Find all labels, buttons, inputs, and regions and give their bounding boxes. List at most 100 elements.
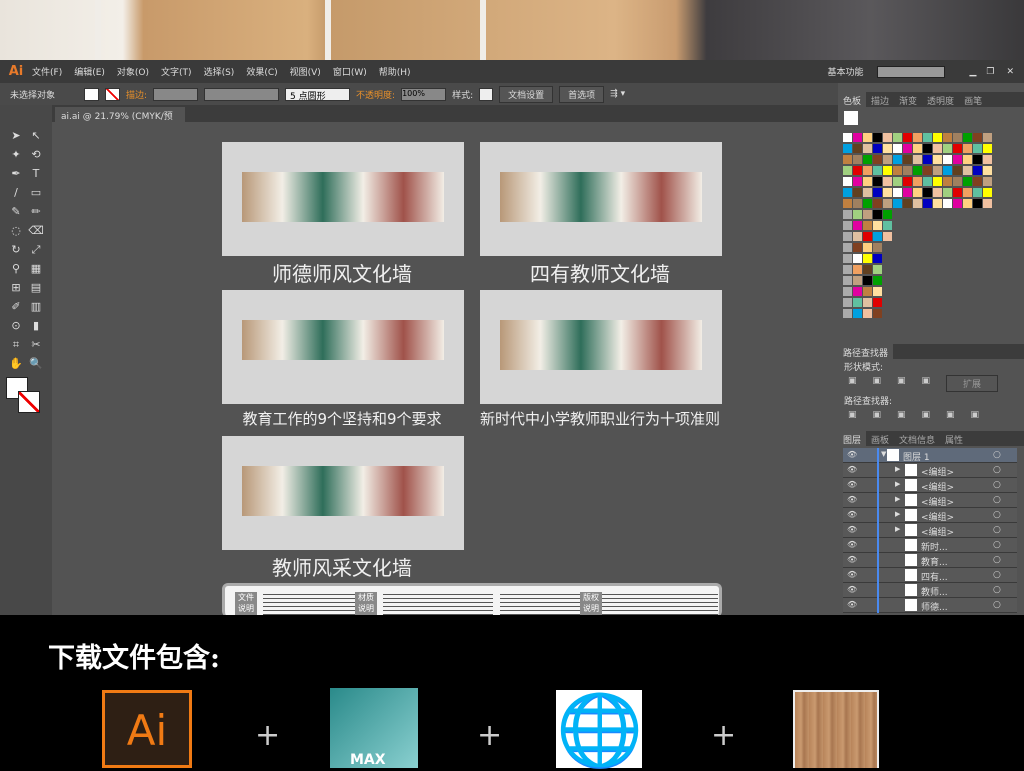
target-icon[interactable]: ○ [993, 555, 1001, 565]
color-swatch[interactable] [853, 276, 862, 285]
tool-icon[interactable]: ⟲ [28, 148, 44, 162]
color-swatch[interactable] [923, 144, 932, 153]
shape-mode-icons[interactable]: ▣▣▣▣ [848, 376, 946, 386]
expand-arrow-icon[interactable]: ▶ [895, 465, 900, 473]
target-icon[interactable]: ○ [993, 480, 1001, 490]
color-swatch[interactable] [883, 232, 892, 241]
color-swatch[interactable] [843, 133, 852, 142]
color-swatch[interactable] [923, 177, 932, 186]
layer-row[interactable]: 👁 新时... ○ [843, 538, 1017, 553]
color-swatch[interactable] [933, 177, 942, 186]
target-icon[interactable]: ○ [993, 465, 1001, 475]
color-swatch[interactable] [973, 177, 982, 186]
artboard-3[interactable] [222, 290, 464, 404]
color-swatch[interactable] [943, 199, 952, 208]
color-swatch[interactable] [853, 166, 862, 175]
color-swatch[interactable] [973, 155, 982, 164]
menu-item[interactable]: 选择(S) [204, 65, 235, 78]
tool-icon[interactable]: ⤢ [28, 243, 44, 257]
eye-icon[interactable]: 👁 [847, 495, 857, 504]
color-swatch[interactable] [883, 210, 892, 219]
color-swatch[interactable] [933, 133, 942, 142]
color-swatch[interactable] [953, 166, 962, 175]
opacity-label[interactable]: 不透明度: [356, 88, 395, 101]
color-swatch[interactable] [953, 144, 962, 153]
color-swatch[interactable] [893, 144, 902, 153]
color-swatch[interactable] [943, 144, 952, 153]
color-swatch[interactable] [853, 199, 862, 208]
color-swatch[interactable] [933, 199, 942, 208]
color-swatch[interactable] [983, 188, 992, 197]
color-swatch[interactable] [973, 188, 982, 197]
tool-icon[interactable]: ▤ [28, 281, 44, 295]
color-swatch[interactable] [843, 254, 852, 263]
tool-icon[interactable]: T [28, 167, 44, 181]
color-swatch[interactable] [963, 188, 972, 197]
target-icon[interactable]: ○ [993, 570, 1001, 580]
color-swatch[interactable] [963, 155, 972, 164]
color-swatch[interactable] [873, 166, 882, 175]
tool-icon[interactable]: 🔍 [28, 357, 44, 371]
color-swatch[interactable] [853, 155, 862, 164]
color-swatch[interactable] [933, 188, 942, 197]
brush-select[interactable]: 5 点圆形 [285, 87, 351, 102]
color-swatch[interactable] [943, 155, 952, 164]
artboard-2[interactable] [480, 142, 722, 256]
color-swatch[interactable] [853, 298, 862, 307]
color-swatch[interactable] [963, 133, 972, 142]
layer-row[interactable]: 👁 ▶ <编组> ○ [843, 478, 1017, 493]
menu-item[interactable]: 帮助(H) [379, 65, 411, 78]
color-swatch[interactable] [853, 133, 862, 142]
color-swatch[interactable] [923, 155, 932, 164]
color-swatch[interactable] [863, 188, 872, 197]
color-swatch[interactable] [843, 166, 852, 175]
color-swatch[interactable] [943, 166, 952, 175]
tool-icon[interactable]: ✒ [8, 167, 24, 181]
tool-icon[interactable]: ▮ [28, 319, 44, 333]
color-swatch[interactable] [983, 144, 992, 153]
color-swatch[interactable] [843, 188, 852, 197]
search-input[interactable] [877, 65, 946, 78]
color-swatch[interactable] [843, 276, 852, 285]
color-swatch[interactable] [883, 133, 892, 142]
eye-icon[interactable]: 👁 [847, 525, 857, 534]
menu-item[interactable]: 编辑(E) [74, 65, 105, 78]
layer-row[interactable]: 👁 ▶ <编组> ○ [843, 463, 1017, 478]
tool-icon[interactable]: ✦ [8, 148, 24, 162]
stroke-color-box[interactable] [18, 391, 40, 413]
color-swatch[interactable] [853, 287, 862, 296]
color-swatch[interactable] [853, 243, 862, 252]
tab-swatch-panel[interactable]: 色板 [838, 92, 867, 107]
tab-swatch-panel[interactable]: 透明度 [922, 92, 959, 107]
color-swatch[interactable] [893, 177, 902, 186]
color-swatch[interactable] [853, 309, 862, 318]
color-swatch[interactable] [863, 166, 872, 175]
color-swatch[interactable] [973, 166, 982, 175]
color-swatch[interactable] [843, 265, 852, 274]
minimize-button[interactable]: ▁ [969, 67, 976, 77]
tool-icon[interactable]: ✋ [8, 357, 24, 371]
color-swatch[interactable] [863, 210, 872, 219]
menu-item[interactable]: 效果(C) [246, 65, 277, 78]
eye-icon[interactable]: 👁 [847, 555, 857, 564]
color-swatch[interactable] [863, 276, 872, 285]
tab-layer-panel[interactable]: 文档信息 [894, 431, 940, 446]
expand-arrow-icon[interactable]: ▶ [895, 495, 900, 503]
color-swatch[interactable] [843, 232, 852, 241]
color-swatch[interactable] [853, 188, 862, 197]
stroke-label[interactable]: 描边: [126, 88, 147, 101]
workspace-switcher[interactable]: 基本功能 [827, 65, 863, 78]
target-icon[interactable]: ○ [993, 600, 1001, 610]
color-swatch[interactable] [843, 287, 852, 296]
color-swatch[interactable] [873, 309, 882, 318]
color-swatch[interactable] [893, 166, 902, 175]
color-swatch[interactable] [903, 155, 912, 164]
document-tab[interactable]: ai.ai @ 21.79% (CMYK/预览) × [55, 107, 185, 135]
arrange-icon[interactable]: ⇶ ▾ [610, 89, 625, 99]
target-icon[interactable]: ○ [993, 540, 1001, 550]
color-swatch[interactable] [893, 155, 902, 164]
color-swatch[interactable] [863, 221, 872, 230]
pathfinder-icons[interactable]: ▣▣▣▣▣▣ [848, 410, 995, 420]
layer-row[interactable]: 👁 ▼ 图层 1 ○ [843, 448, 1017, 463]
target-icon[interactable]: ○ [993, 585, 1001, 595]
